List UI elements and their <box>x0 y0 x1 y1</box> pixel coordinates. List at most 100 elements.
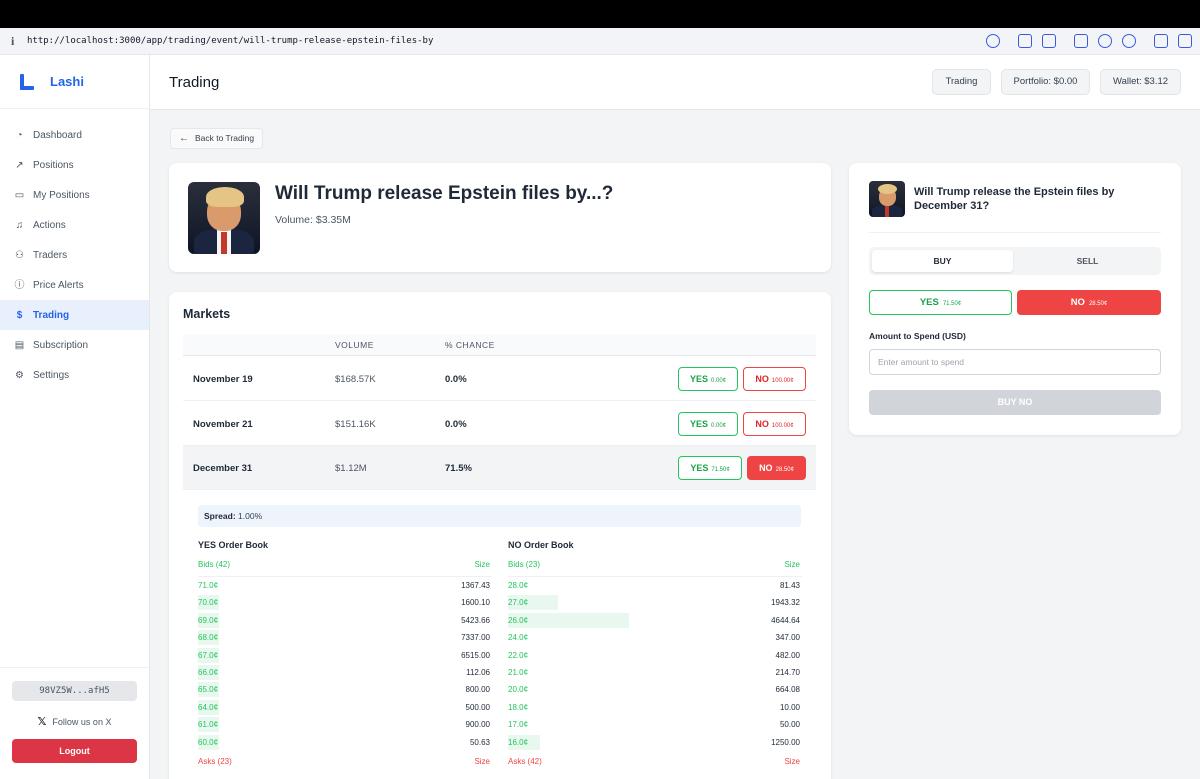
arrow-left-icon: ← <box>179 133 189 144</box>
event-title: Will Trump release Epstein files by...? <box>275 183 614 204</box>
buy-tab[interactable]: BUY <box>872 250 1013 272</box>
order-book-row[interactable]: 20.0¢ 664.08 <box>508 681 802 698</box>
back-to-trading-button[interactable]: ← Back to Trading <box>170 128 263 149</box>
order-book-row[interactable]: 26.0¢ 4644.64 <box>508 612 802 629</box>
alert-icon: ⓘ <box>14 279 25 291</box>
yes-asks-header: Asks (23) Size <box>198 756 490 766</box>
yes-button[interactable]: YES 0.00¢ <box>678 412 738 436</box>
order-book-row[interactable]: 68.0¢ 7337.00 <box>198 629 492 646</box>
market-row-selected[interactable]: December 31 $1.12M 71.5% YES 71.50¢ NO 28.… <box>183 446 816 490</box>
sidebar-item-label: Price Alerts <box>33 279 84 291</box>
market-row[interactable]: November 19 $168.57K 0.0% YES 0.00¢ NO 100… <box>183 357 816 401</box>
order-book-row[interactable]: 27.0¢ 1943.32 <box>508 594 802 611</box>
event-card: Will Trump release Epstein files by...? … <box>169 163 831 272</box>
order-price: 71.0¢ <box>198 581 219 590</box>
order-book-row[interactable]: 70.0¢ 1600.10 <box>198 594 492 611</box>
outcome-no-button[interactable]: NO 28.50¢ <box>1017 290 1161 315</box>
main-content: Trading Trading Portfolio: $0.00 Wallet:… <box>150 55 1200 779</box>
order-book-row[interactable]: 60.0¢ 50.63 <box>198 734 492 751</box>
wallet-address[interactable]: 98VZ5W...afH5 <box>12 681 137 701</box>
outcome-yes-button[interactable]: YES 71.50¢ <box>869 290 1012 315</box>
sidebar-item-trading[interactable]: $ Trading <box>0 300 149 330</box>
sidebar-toggle-icon[interactable] <box>1178 34 1192 48</box>
order-size: 664.08 <box>775 685 800 695</box>
order-book-row[interactable]: 21.0¢ 214.70 <box>508 664 802 681</box>
order-price: 61.0¢ <box>198 720 219 730</box>
order-book-row[interactable]: 17.0¢ 50.00 <box>508 716 802 733</box>
wallet-button[interactable]: Wallet: $3.12 <box>1100 69 1181 95</box>
order-book-row[interactable]: 18.0¢ 10.00 <box>508 699 802 716</box>
order-book-row[interactable]: 61.0¢ 900.00 <box>198 716 492 733</box>
order-size: 500.00 <box>465 702 490 712</box>
logout-button[interactable]: Logout <box>12 739 137 763</box>
sidebar-item-positions[interactable]: ↗ Positions <box>0 150 149 180</box>
buy-sell-toggle: BUY SELL <box>869 247 1161 275</box>
sidebar-item-actions[interactable]: ♫ Actions <box>0 210 149 240</box>
info-icon[interactable]: i <box>11 34 25 49</box>
order-book-row[interactable]: 24.0¢ 347.00 <box>508 629 802 646</box>
order-size: 1250.00 <box>771 737 800 747</box>
settings-gear-icon[interactable] <box>1122 34 1136 48</box>
extension-icon[interactable] <box>1154 34 1168 48</box>
no-button[interactable]: NO 100.00¢ <box>743 412 806 436</box>
sidebar-item-subscription[interactable]: ▤ Subscription <box>0 330 149 360</box>
camera-icon[interactable] <box>1042 34 1056 48</box>
follow-label: Follow us on X <box>52 717 112 727</box>
trading-button[interactable]: Trading <box>932 69 991 95</box>
order-price: 67.0¢ <box>198 650 219 660</box>
order-size: 482.00 <box>775 650 800 660</box>
screen-top-bezel <box>0 0 1200 28</box>
order-book-row[interactable]: 64.0¢ 500.00 <box>198 699 492 716</box>
order-book-row[interactable]: 28.0¢ 81.43 <box>508 577 802 594</box>
sell-tab[interactable]: SELL <box>1017 250 1158 272</box>
no-button[interactable]: NO 28.50¢ <box>747 456 806 480</box>
market-date: November 21 <box>193 419 253 430</box>
url-text[interactable]: http://localhost:3000/app/trading/event/… <box>27 36 433 46</box>
order-book-row[interactable]: 22.0¢ 482.00 <box>508 647 802 664</box>
follow-on-x-link[interactable]: 𝕏 Follow us on X <box>0 715 149 728</box>
order-price: 66.0¢ <box>198 667 219 677</box>
amount-label: Amount to Spend (USD) <box>869 331 966 341</box>
yes-button[interactable]: YES 71.50¢ <box>678 456 742 480</box>
sidebar-item-price-alerts[interactable]: ⓘ Price Alerts <box>0 270 149 300</box>
order-price: 28.0¢ <box>508 581 529 590</box>
order-book-row[interactable]: 66.0¢ 112.06 <box>198 664 492 681</box>
trade-panel: Will Trump release the Epstein files by … <box>849 163 1181 435</box>
sidebar-item-label: Trading <box>33 309 70 321</box>
portfolio-button[interactable]: Portfolio: $0.00 <box>1001 69 1090 95</box>
link-icon[interactable] <box>986 34 1000 48</box>
sidebar-nav: ◔ Dashboard ↗ Positions ▭ My Positions ♫ Act… <box>0 120 149 390</box>
sidebar-item-label: Settings <box>33 369 70 381</box>
event-volume: Volume: $3.35M <box>275 214 351 226</box>
order-size: 81.43 <box>779 581 800 590</box>
sidebar-item-dashboard[interactable]: ◔ Dashboard <box>0 120 149 150</box>
lashi-logo-icon <box>18 73 34 90</box>
screenshot-icon[interactable] <box>1018 34 1032 48</box>
order-price: 21.0¢ <box>508 667 529 677</box>
order-price: 27.0¢ <box>508 598 529 608</box>
brand[interactable]: Lashi <box>0 55 149 109</box>
order-book-row[interactable]: 71.0¢ 1367.43 <box>198 577 492 594</box>
no-asks-header: Asks (42) Size <box>508 756 800 766</box>
market-row[interactable]: November 21 $151.16K 0.0% YES 0.00¢ NO 100… <box>183 402 816 446</box>
sidebar-item-my-positions[interactable]: ▭ My Positions <box>0 180 149 210</box>
sidebar-item-traders[interactable]: ⚇ Traders <box>0 240 149 270</box>
yes-button[interactable]: YES 0.00¢ <box>678 367 738 391</box>
globe-icon[interactable] <box>1098 34 1112 48</box>
no-button[interactable]: NO 100.00¢ <box>743 367 806 391</box>
order-book-row[interactable]: 67.0¢ 6515.00 <box>198 647 492 664</box>
buy-no-button[interactable]: BUY NO <box>869 390 1161 415</box>
order-book-row[interactable]: 16.0¢ 1250.00 <box>508 734 802 751</box>
market-volume: $168.57K <box>335 374 376 385</box>
amount-input[interactable] <box>869 349 1161 375</box>
order-book-row[interactable]: 65.0¢ 800.00 <box>198 681 492 698</box>
order-price: 18.0¢ <box>508 702 529 712</box>
window-icon[interactable] <box>1074 34 1088 48</box>
divider <box>869 232 1161 233</box>
order-price: 20.0¢ <box>508 685 529 695</box>
order-price: 24.0¢ <box>508 633 529 643</box>
order-size: 4644.64 <box>771 615 800 625</box>
order-book-row[interactable]: 69.0¢ 5423.66 <box>198 612 492 629</box>
sidebar-item-settings[interactable]: ⚙ Settings <box>0 360 149 390</box>
brand-name: Lashi <box>50 74 84 89</box>
